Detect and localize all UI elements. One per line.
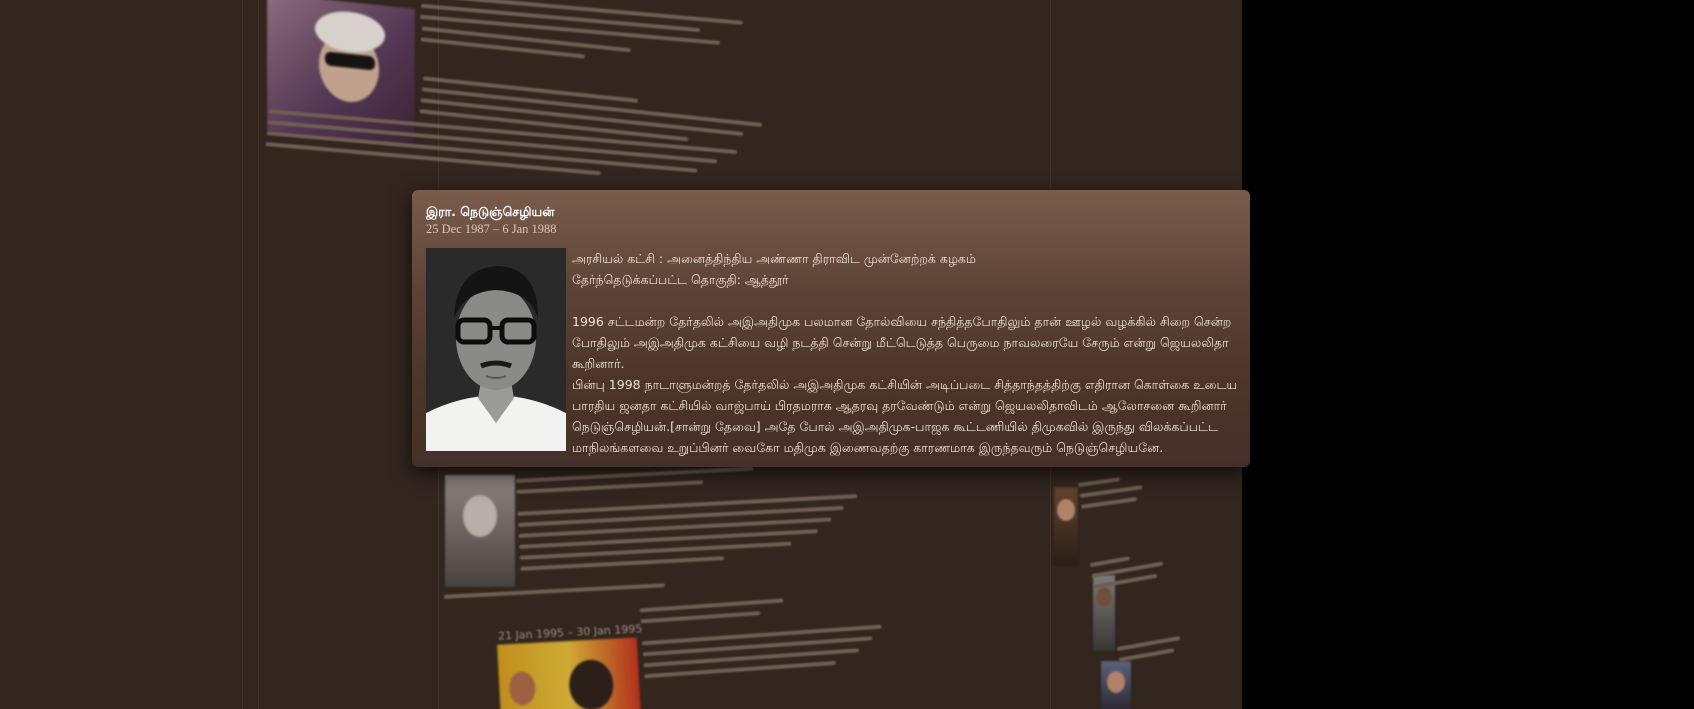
bio-line: பின்பு 1998 நாடாளுமன்றத் தேர்தலில் அஇஅதி… <box>572 377 1238 392</box>
constituency-line: தேர்ந்தெடுக்கப்பட்ட தொகுதி: ஆத்தூர் <box>572 272 789 287</box>
background-text-block <box>515 461 861 578</box>
portrait-face <box>567 658 615 709</box>
leader-detail-popup[interactable]: இரா. நெடுஞ்செழியன் 25 Dec 1987 – 6 Jan 1… <box>412 190 1250 467</box>
party-line: அரசியல் கட்சி : அனைத்திந்திய அண்ணா திராவ… <box>572 251 976 266</box>
leader-name: இரா. நெடுஞ்செழியன் <box>426 204 555 219</box>
leader-description: அரசியல் கட்சி : அனைத்திந்திய அண்ணா திராவ… <box>572 248 1242 458</box>
bio-line: நெடுஞ்செழியன்.[சான்று தேவை] அதே போல் அஇஅ… <box>572 419 1218 434</box>
portrait-face <box>1107 671 1125 693</box>
background-text-block <box>1116 633 1200 669</box>
column-divider <box>258 0 259 709</box>
bio-line: மாநிலங்களவை உறுப்பினர் வைகோ மதிமுக இணைவத… <box>572 440 1164 455</box>
bio-line: பாரதிய ஜனதா கட்சியில் வாஜ்பாய் பிரதமராக … <box>572 398 1227 413</box>
background-portrait[interactable] <box>1053 486 1079 566</box>
portrait-face <box>463 495 497 537</box>
background-text-block <box>1089 549 1175 595</box>
tenure-dates: 25 Dec 1987 – 6 Jan 1988 <box>426 222 557 236</box>
portrait-face <box>1057 499 1075 521</box>
leader-portrait <box>426 248 566 451</box>
portrait-illustration <box>426 248 566 451</box>
background-text-block <box>1078 473 1152 515</box>
background-text-block <box>639 592 885 686</box>
bio-line: 1996 சட்டமன்ற தேர்தலில் அஇஅதிமுக பலமான த… <box>572 314 1232 329</box>
portrait-hand <box>508 670 537 707</box>
background-portrait[interactable] <box>495 636 643 709</box>
background-portrait[interactable] <box>444 474 516 588</box>
column-divider <box>242 0 243 709</box>
bio-line: போதிலும் அஇஅதிமுக கட்சியை வழி நடத்தி சென… <box>572 335 1229 371</box>
